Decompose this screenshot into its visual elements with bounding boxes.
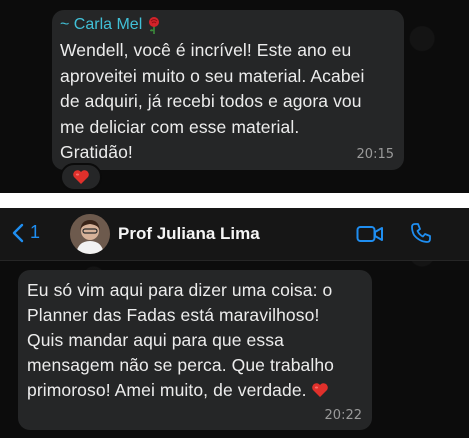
back-button[interactable]: 1	[12, 222, 40, 243]
unread-count: 1	[30, 222, 41, 242]
chevron-left-icon	[12, 223, 24, 242]
message-body: Eu só vim aqui para dizer uma coisa: o P…	[27, 280, 335, 400]
chat-header: 1 Prof Juliana Lima	[0, 208, 469, 261]
reaction-badge[interactable]	[60, 163, 102, 191]
avatar-photo	[70, 214, 110, 254]
video-call-icon[interactable]	[356, 224, 384, 244]
incoming-message-bubble[interactable]: Eu só vim aqui para dizer uma coisa: o P…	[18, 270, 372, 430]
rose-icon	[149, 17, 160, 34]
phone-call-icon[interactable]	[410, 222, 432, 244]
message-text: Eu só vim aqui para dizer uma coisa: o P…	[27, 278, 372, 403]
bottom-chat-screenshot: 1 Prof Juliana Lima Eu só vim aqui para …	[0, 208, 469, 438]
sender-row: ~ Carla Mel	[60, 16, 161, 34]
contact-name[interactable]: Prof Juliana Lima	[118, 224, 260, 244]
message-time: 20:22	[324, 408, 362, 423]
top-chat-screenshot: ~ Carla Mel Wendell, você é incrível! Es…	[0, 0, 469, 193]
sender-name[interactable]: ~ Carla Mel	[60, 16, 142, 34]
heart-icon	[311, 383, 328, 397]
heart-icon	[73, 170, 89, 184]
incoming-message-bubble[interactable]: ~ Carla Mel Wendell, você é incrível! Es…	[52, 10, 404, 170]
screenshot-collage: ~ Carla Mel Wendell, você é incrível! Es…	[0, 0, 469, 438]
message-text: Wendell, você é incrível! Este ano eu ap…	[60, 40, 365, 162]
message-time: 20:15	[356, 147, 394, 162]
avatar[interactable]	[70, 214, 110, 254]
